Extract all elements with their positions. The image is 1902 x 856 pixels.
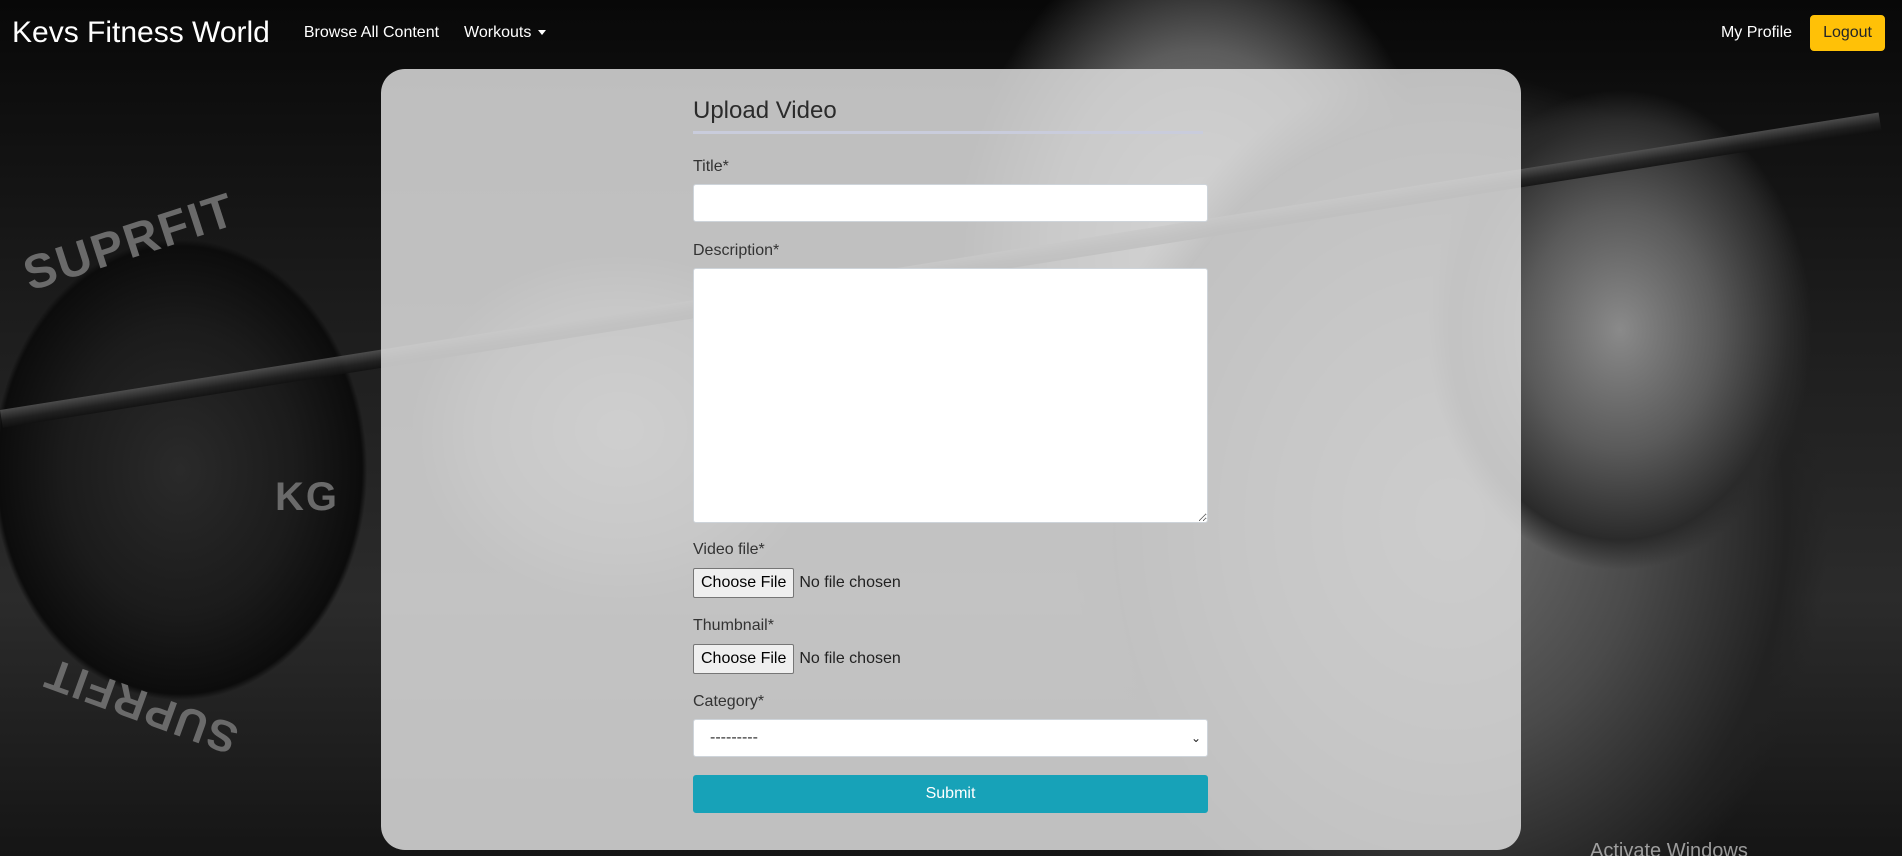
video-file-status: No file chosen — [799, 574, 901, 591]
title-label: Title* — [693, 158, 729, 175]
upload-card: Upload Video Title* Description* Video f… — [381, 69, 1521, 850]
thumbnail-file-input: Choose File No file chosen — [693, 643, 1208, 675]
brand-link[interactable]: Kevs Fitness World — [12, 16, 270, 50]
video-file-label: Video file* — [693, 541, 765, 558]
form-title: Upload Video — [693, 97, 1203, 134]
title-input[interactable] — [693, 184, 1208, 222]
video-file-input: Choose File No file chosen — [693, 567, 1208, 599]
nav-right: My Profile Logout — [1721, 15, 1902, 51]
submit-button[interactable]: Submit — [693, 775, 1208, 813]
nav-workouts-dropdown[interactable]: Workouts — [464, 24, 547, 42]
description-label: Description* — [693, 242, 780, 259]
navbar: Kevs Fitness World Browse All Content Wo… — [0, 0, 1902, 66]
plate-text-kg: KG — [275, 475, 339, 519]
category-label: Category* — [693, 693, 765, 710]
activate-windows-watermark: Activate Windows — [1590, 840, 1748, 856]
description-textarea[interactable] — [693, 268, 1208, 523]
nav-my-profile[interactable]: My Profile — [1721, 24, 1792, 42]
category-selected-value: --------- — [710, 729, 758, 746]
logout-button[interactable]: Logout — [1810, 15, 1885, 51]
thumbnail-choose-file-button[interactable]: Choose File — [693, 644, 795, 674]
video-choose-file-button[interactable]: Choose File — [693, 568, 795, 598]
thumbnail-file-status: No file chosen — [799, 650, 901, 667]
category-select[interactable]: --------- ⌄ — [693, 719, 1208, 757]
nav-browse-all-content[interactable]: Browse All Content — [304, 24, 439, 42]
nav-workouts-label: Workouts — [464, 24, 532, 41]
caret-down-icon — [538, 30, 547, 36]
upload-video-form: Upload Video Title* Description* Video f… — [693, 69, 1208, 813]
thumbnail-label: Thumbnail* — [693, 617, 774, 634]
chevron-down-icon: ⌄ — [1190, 731, 1201, 745]
